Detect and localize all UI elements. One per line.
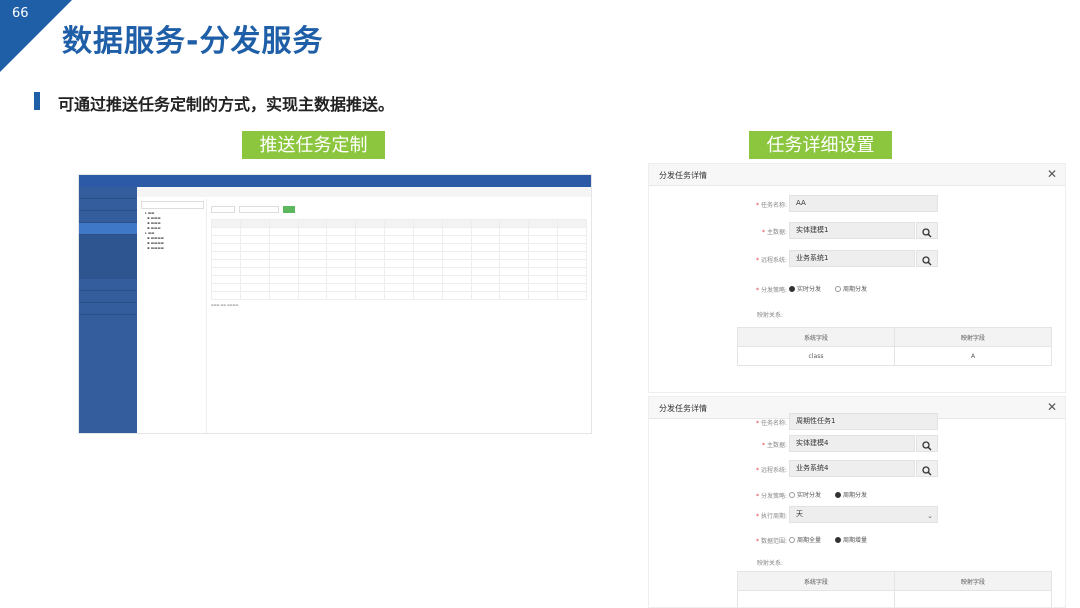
- task-name-input[interactable]: 周期性任务1: [789, 413, 938, 430]
- screenshot-tree: ▸ ▬▬ ▪ ▬▬▬ ▪ ▬▬▬ ▪ ▬▬▬ ▸ ▬▬ ▪ ▬▬▬▬ ▪ ▬▬▬…: [139, 199, 207, 433]
- label-push-task: 推送任务定制: [242, 131, 385, 159]
- mapping-row: 映射关系:: [649, 553, 1065, 570]
- task-detail-dialog-realtime: 分发任务详情 ✕ * 任务名称: AA * 主数据: 实体建模1 * 远程系统: 业务…: [648, 163, 1066, 393]
- main-data-row: * 主数据: 实体建模1: [649, 222, 1065, 239]
- remote-system-search-button[interactable]: [916, 250, 938, 267]
- strategy-realtime-radio[interactable]: 实时分发: [789, 490, 821, 499]
- bullet-bar: [34, 92, 40, 110]
- page-number: 66: [12, 6, 29, 21]
- screenshot-tree-node: ▪ ▬▬▬▬: [145, 246, 164, 250]
- screenshot-tabs: [137, 187, 591, 197]
- main-data-input[interactable]: 实体建模1: [789, 222, 915, 239]
- strategy-realtime-radio[interactable]: 实时分发: [789, 284, 821, 293]
- chevron-down-icon: ⌄: [927, 512, 933, 520]
- remote-system-row: * 远程系统: 业务系统4: [649, 460, 1065, 477]
- cycle-select[interactable]: 天 ⌄: [789, 506, 938, 523]
- screenshot-menu-item: [79, 303, 137, 315]
- screenshot-menu-item: [79, 279, 137, 291]
- close-icon[interactable]: ✕: [1047, 167, 1057, 181]
- search-icon: [922, 466, 932, 476]
- mapping-col-system-field: 系统字段: [737, 571, 895, 591]
- screenshot-menu-item: [79, 199, 137, 211]
- mapping-cell-map: A: [894, 346, 1052, 366]
- screenshot-tree-search: [141, 201, 204, 209]
- task-name-label: * 任务名称:: [755, 202, 787, 209]
- screenshot-main: ▬▬▬ ▬▬ ▬▬▬▬: [211, 203, 587, 433]
- screenshot-table: [211, 219, 587, 300]
- screenshot-submenu-item: [79, 268, 137, 279]
- task-name-row: * 任务名称: AA: [649, 195, 1065, 212]
- strategy-periodic-radio[interactable]: 周期分发: [835, 284, 867, 293]
- subtitle: 可通过推送任务定制的方式，实现主数据推送。: [58, 95, 395, 114]
- dialog-header: 分发任务详情 ✕: [649, 164, 1065, 186]
- range-label: * 数据范围:: [755, 538, 787, 545]
- remote-system-label: * 远程系统:: [755, 467, 787, 474]
- task-name-input[interactable]: AA: [789, 195, 938, 212]
- screenshot-menu-item: [79, 211, 137, 223]
- task-detail-dialog-periodic: 分发任务详情 ✕ * 任务名称: 周期性任务1 * 主数据: 实体建模4 * 远程系统…: [648, 396, 1066, 608]
- remote-system-search-button[interactable]: [916, 460, 938, 477]
- range-row: * 数据范围: 周期全量 周期增量: [649, 531, 1065, 548]
- main-data-label: * 主数据:: [761, 229, 787, 236]
- push-task-screenshot: ▸ ▬▬ ▪ ▬▬▬ ▪ ▬▬▬ ▪ ▬▬▬ ▸ ▬▬ ▪ ▬▬▬▬ ▪ ▬▬▬…: [78, 174, 592, 434]
- screenshot-submenu-item: [79, 246, 137, 257]
- screenshot-menu-item-active: [79, 223, 137, 235]
- strategy-periodic-radio[interactable]: 周期分发: [835, 490, 867, 499]
- label-task-detail: 任务详细设置: [749, 131, 892, 159]
- mapping-label: 映射关系:: [756, 560, 783, 567]
- task-name-row: * 任务名称: 周期性任务1: [649, 413, 1065, 430]
- main-data-search-button[interactable]: [916, 222, 938, 239]
- task-name-label: * 任务名称:: [755, 420, 787, 427]
- remote-system-row: * 远程系统: 业务系统1: [649, 250, 1065, 267]
- screenshot-filter-box: [211, 205, 235, 213]
- strategy-row: * 分发策略: 实时分发 周期分发: [649, 280, 1065, 297]
- range-full-radio[interactable]: 周期全量: [789, 535, 821, 544]
- search-icon: [922, 441, 932, 451]
- dialog-title: 分发任务详情: [659, 171, 707, 180]
- mapping-row: 映射关系:: [649, 305, 1065, 322]
- cycle-label: * 执行周期:: [755, 513, 787, 520]
- mapping-col-map-field: 映射字段: [894, 327, 1052, 347]
- mapping-cell-field: class: [737, 346, 895, 366]
- screenshot-sidebar: [79, 187, 137, 433]
- screenshot-topbar: [79, 175, 591, 187]
- main-data-search-button[interactable]: [916, 435, 938, 452]
- strategy-row: * 分发策略: 实时分发 周期分发: [649, 486, 1065, 503]
- main-data-row: * 主数据: 实体建模4: [649, 435, 1065, 452]
- remote-system-input[interactable]: 业务系统4: [789, 460, 915, 477]
- remote-system-input[interactable]: 业务系统1: [789, 250, 915, 267]
- screenshot-menu-item: [79, 187, 137, 199]
- strategy-label: * 分发策略:: [755, 493, 787, 500]
- screenshot-filter-box: [239, 205, 279, 213]
- main-data-label: * 主数据:: [761, 442, 787, 449]
- mapping-table: 系统字段 映射字段: [737, 571, 1052, 607]
- cycle-row: * 执行周期: 天 ⌄: [649, 506, 1065, 523]
- mapping-col-system-field: 系统字段: [737, 327, 895, 347]
- search-icon: [922, 256, 932, 266]
- remote-system-label: * 远程系统:: [755, 257, 787, 264]
- search-icon: [922, 228, 932, 238]
- mapping-cell-map: [894, 590, 1052, 607]
- strategy-label: * 分发策略:: [755, 287, 787, 294]
- mapping-label: 映射关系:: [756, 312, 783, 319]
- screenshot-submenu-item: [79, 257, 137, 268]
- page-title: 数据服务-分发服务: [62, 24, 324, 59]
- screenshot-toolbar: [211, 203, 587, 215]
- main-data-input[interactable]: 实体建模4: [789, 435, 915, 452]
- screenshot-submenu-item: [79, 235, 137, 246]
- mapping-cell-field: [737, 590, 895, 607]
- screenshot-search-button: [283, 205, 295, 213]
- screenshot-pagination: ▬▬▬ ▬▬ ▬▬▬▬: [211, 303, 239, 307]
- mapping-table: 系统字段 映射字段 class A: [737, 327, 1052, 366]
- screenshot-menu-item: [79, 291, 137, 303]
- range-incremental-radio[interactable]: 周期增量: [835, 535, 867, 544]
- close-icon[interactable]: ✕: [1047, 400, 1057, 414]
- mapping-col-map-field: 映射字段: [894, 571, 1052, 591]
